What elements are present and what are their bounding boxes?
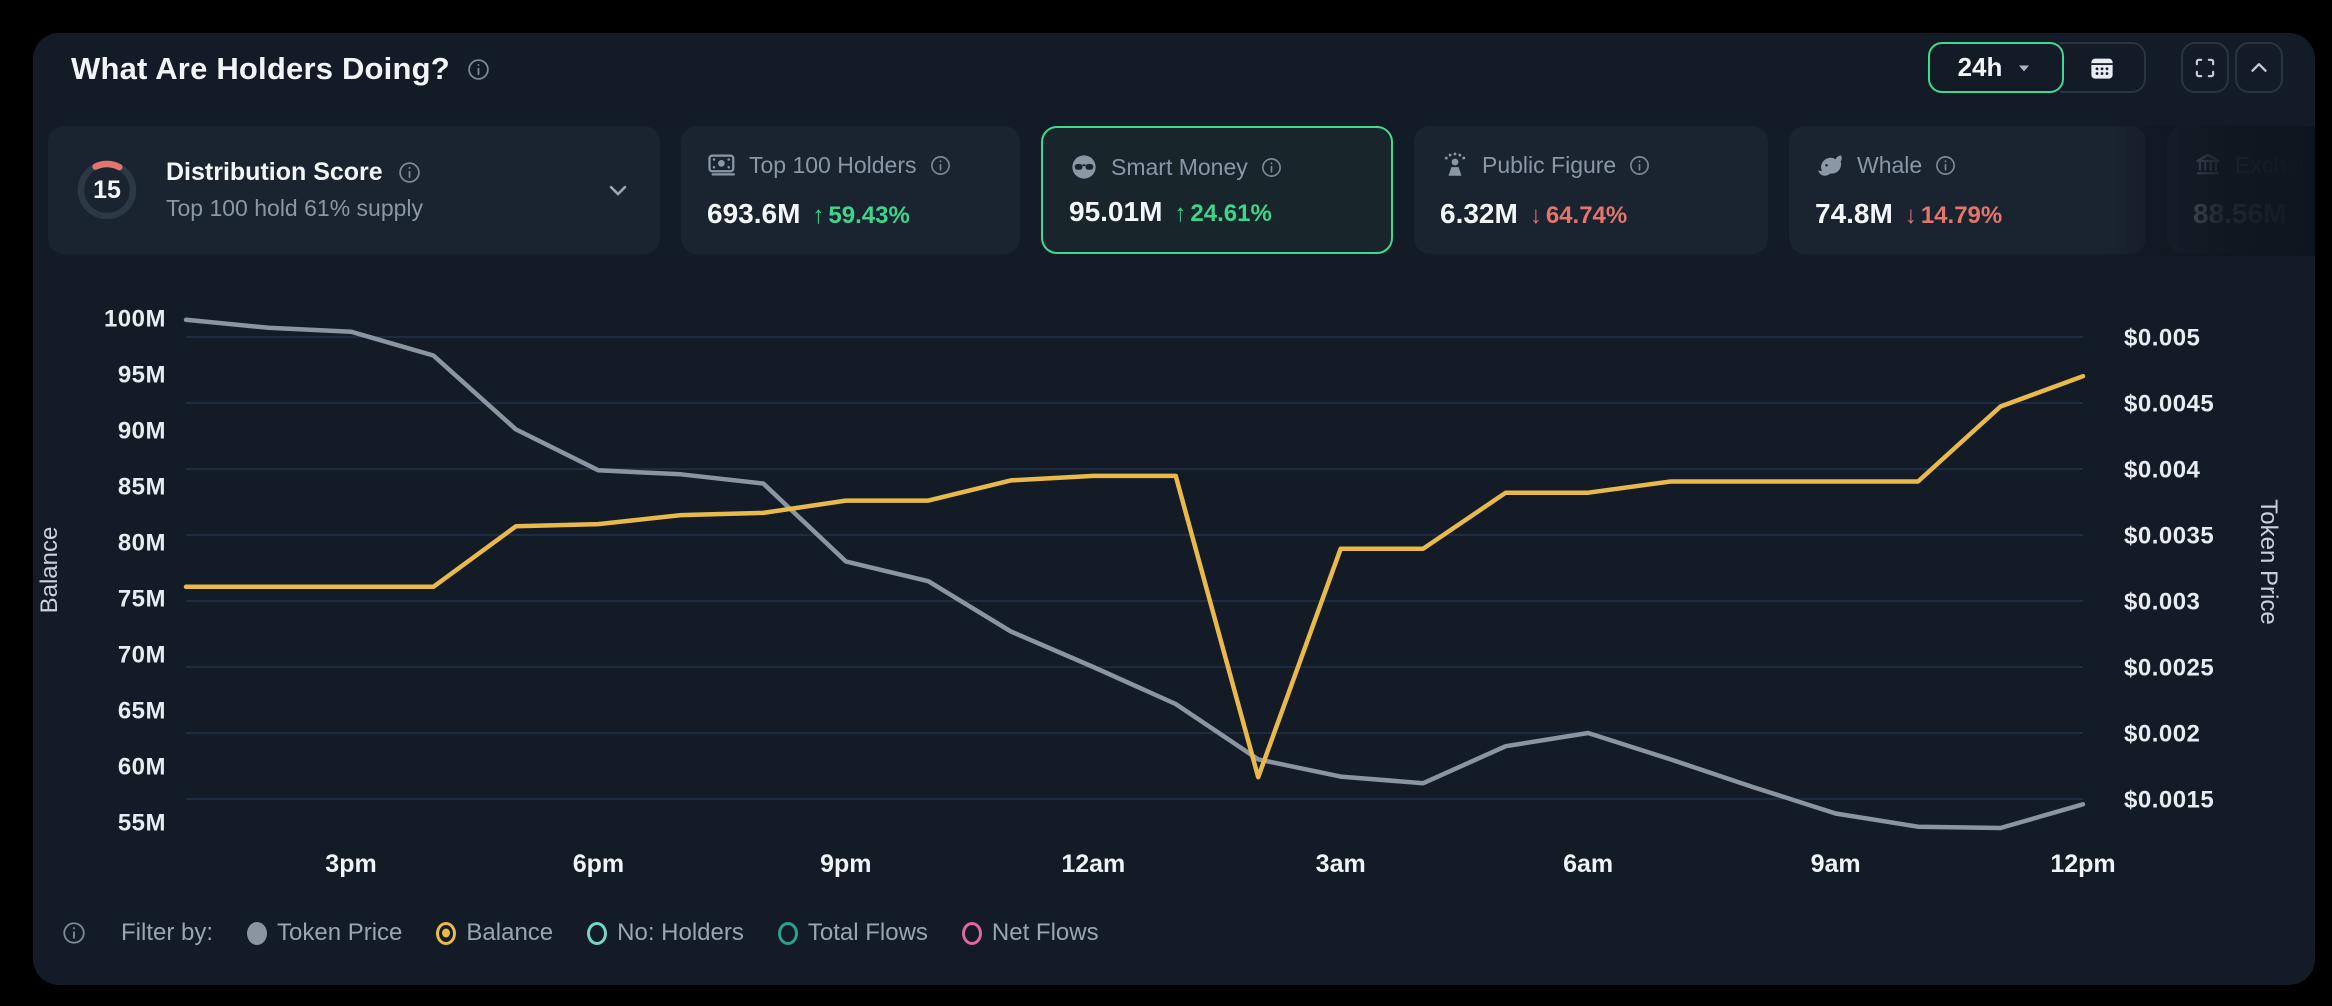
timeframe-dropdown[interactable]: 24h [1928, 42, 2064, 93]
whale-icon [1815, 150, 1845, 180]
header-controls: 24h [1928, 42, 2283, 93]
legend-item-total-flows[interactable]: Total Flows [778, 919, 928, 947]
distribution-score-card[interactable]: 15 Distribution Score Top 100 hold 61% s… [48, 126, 660, 254]
down-arrow-icon: ↓ [1905, 202, 1917, 230]
card-delta: ↓64.74% [1530, 202, 1627, 230]
info-icon[interactable] [1934, 154, 1957, 177]
timeframe-value: 24h [1958, 52, 2003, 83]
header: What Are Holders Doing? [71, 51, 491, 87]
fullscreen-button[interactable] [2181, 42, 2229, 93]
card-value: 6.32M [1440, 198, 1518, 230]
fullscreen-icon [2192, 55, 2218, 81]
card-title: Whale [1857, 152, 1922, 179]
balance-swatch-icon [436, 922, 456, 945]
info-icon[interactable] [1260, 156, 1283, 179]
filter-legend: Filter by: Token Price Balance No: Holde… [61, 919, 1099, 947]
info-icon[interactable] [466, 57, 491, 82]
calendar-icon [2087, 53, 2117, 83]
page-title: What Are Holders Doing? [71, 51, 450, 87]
card-value: 88.56M [2193, 198, 2286, 230]
stat-cards-row: 15 Distribution Score Top 100 hold 61% s… [48, 126, 2315, 254]
holders-panel: What Are Holders Doing? 24h [33, 33, 2315, 985]
legend-item-net-flows[interactable]: Net Flows [962, 919, 1099, 947]
up-arrow-icon: ↑ [1174, 200, 1186, 228]
card-smart-money[interactable]: Smart Money 95.01M ↑24.61% [1041, 126, 1393, 254]
info-icon[interactable] [397, 160, 422, 185]
screenshot-root: What Are Holders Doing? 24h [0, 0, 2332, 1006]
bank-icon [2193, 150, 2223, 180]
distribution-score-subtitle: Top 100 hold 61% supply [166, 195, 423, 222]
timeframe-control: 24h [1928, 42, 2146, 93]
card-delta: ↓14.79% [1905, 202, 2002, 230]
caret-down-icon [2014, 58, 2034, 78]
legend-item-no-holders[interactable]: No: Holders [587, 919, 744, 947]
card-value: 693.6M [707, 198, 800, 230]
distribution-score-title: Distribution Score [166, 158, 383, 187]
banknote-icon [707, 150, 737, 180]
token-price-swatch-icon [247, 922, 267, 945]
card-title: Public Figure [1482, 152, 1616, 179]
card-whale[interactable]: Whale 74.8M ↓14.79% [1789, 126, 2146, 254]
card-public-figure[interactable]: Public Figure 6.32M ↓64.74% [1414, 126, 1768, 254]
public-figure-icon [1440, 150, 1470, 180]
up-arrow-icon: ↑ [812, 202, 824, 230]
filter-by-label: Filter by: [121, 919, 213, 947]
net-flows-swatch-icon [962, 922, 982, 945]
card-title: Top 100 Holders [749, 152, 917, 179]
chevron-up-icon [2246, 55, 2272, 81]
incognito-icon [1069, 152, 1099, 182]
info-icon[interactable] [61, 920, 87, 946]
chevron-down-icon[interactable] [604, 176, 632, 204]
distribution-score-gauge: 15 [74, 157, 140, 223]
down-arrow-icon: ↓ [1530, 202, 1542, 230]
info-icon[interactable] [929, 154, 952, 177]
collapse-button[interactable] [2235, 42, 2283, 93]
calendar-button[interactable] [2060, 42, 2146, 93]
info-icon[interactable] [1628, 154, 1651, 177]
card-title: Smart Money [1111, 154, 1248, 181]
legend-item-token-price[interactable]: Token Price [247, 919, 402, 947]
no-holders-swatch-icon [587, 922, 607, 945]
card-top-100-holders[interactable]: Top 100 Holders 693.6M ↑59.43% [681, 126, 1020, 254]
distribution-score-value: 15 [74, 157, 140, 223]
distribution-score-text: Distribution Score Top 100 hold 61% supp… [166, 158, 423, 222]
card-delta: ↑59.43% [812, 202, 909, 230]
card-value: 95.01M [1069, 196, 1162, 228]
card-delta: ↑24.61% [1174, 200, 1271, 228]
legend-item-balance[interactable]: Balance [436, 919, 553, 947]
total-flows-swatch-icon [778, 922, 798, 945]
card-exchange[interactable]: Exchange 88.56M [2167, 126, 2315, 254]
card-value: 74.8M [1815, 198, 1893, 230]
card-title: Exchange [2235, 152, 2315, 179]
